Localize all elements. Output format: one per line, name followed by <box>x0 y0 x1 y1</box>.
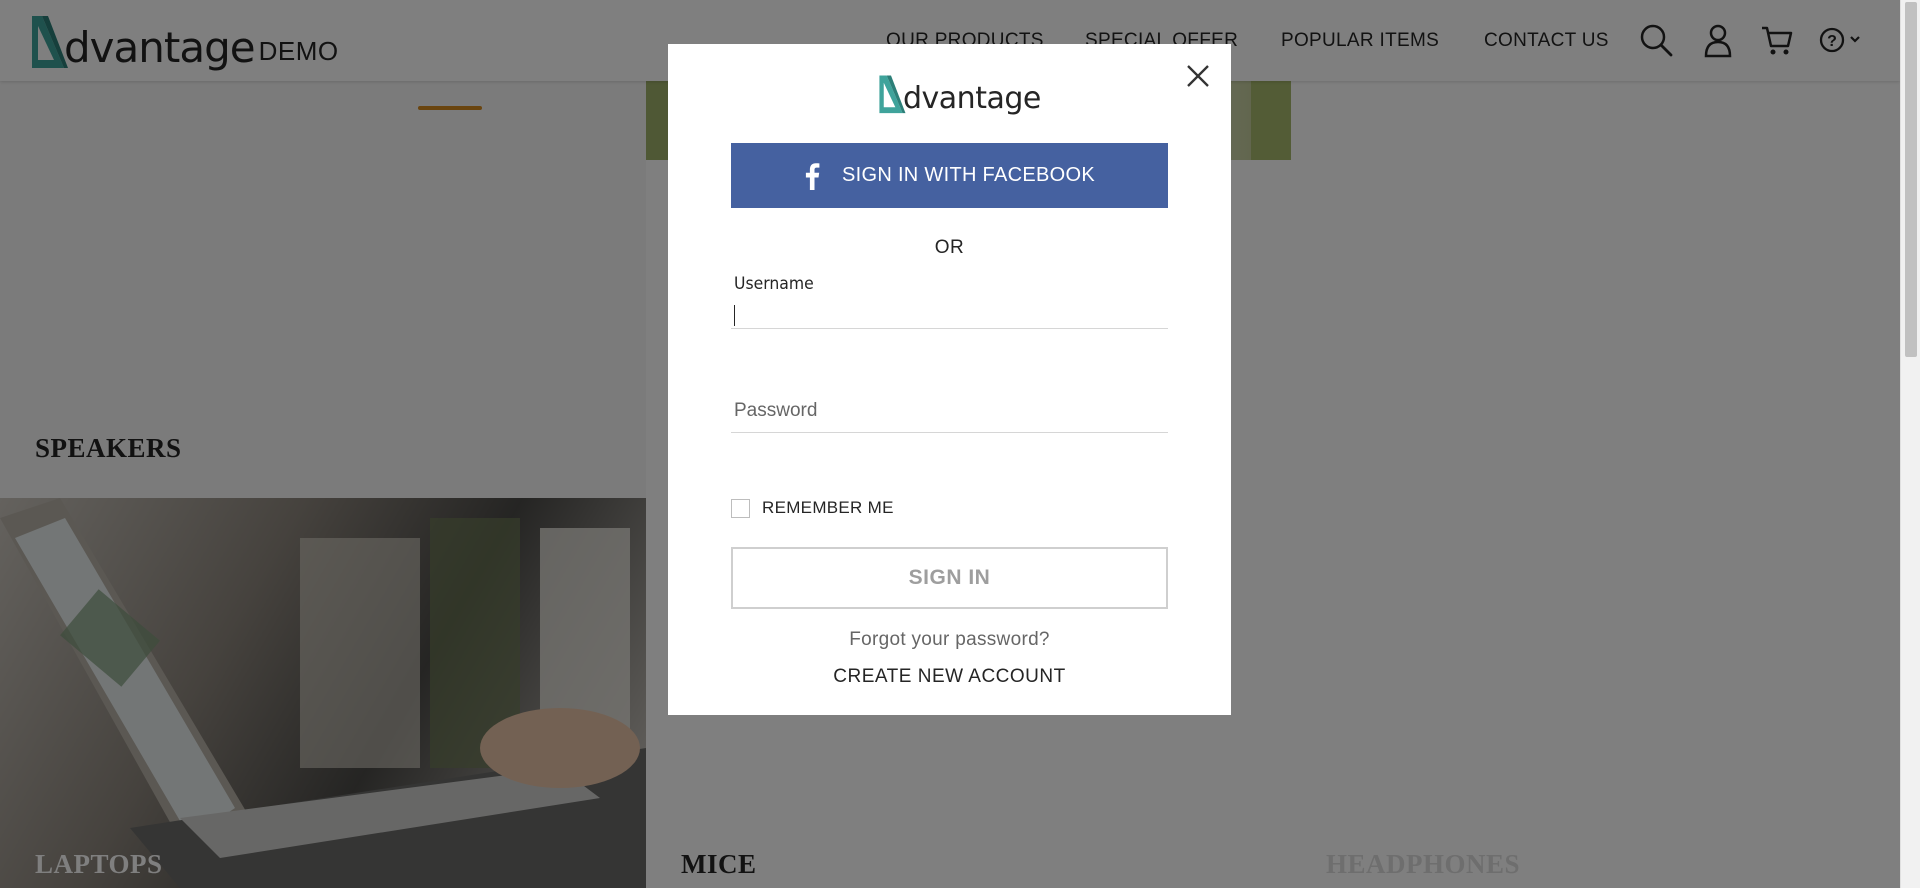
advantage-logo-icon <box>879 75 906 114</box>
login-modal: dvantage SIGN IN WITH FACEBOOK OR Userna… <box>668 44 1231 715</box>
remember-me-option[interactable]: REMEMBER ME <box>731 498 894 518</box>
facebook-signin-button[interactable]: SIGN IN WITH FACEBOOK <box>731 143 1168 208</box>
password-field[interactable] <box>731 381 1168 433</box>
username-label: Username <box>734 274 814 294</box>
modal-logo-word: dvantage <box>903 81 1041 116</box>
username-input[interactable] <box>731 301 1168 327</box>
create-account-link[interactable]: CREATE NEW ACCOUNT <box>668 666 1231 688</box>
scrollbar-thumb[interactable] <box>1905 2 1917 357</box>
modal-logo: dvantage <box>876 74 1041 116</box>
username-field[interactable]: Username <box>731 269 1168 329</box>
facebook-button-label: SIGN IN WITH FACEBOOK <box>842 164 1095 186</box>
password-input[interactable] <box>731 397 1168 425</box>
remember-me-label: REMEMBER ME <box>762 498 894 517</box>
forgot-password-link[interactable]: Forgot your password? <box>668 629 1231 651</box>
page-scrollbar[interactable] <box>1900 0 1920 888</box>
facebook-icon <box>805 162 820 190</box>
text-cursor <box>734 305 735 326</box>
sign-in-button[interactable]: SIGN IN <box>731 547 1168 609</box>
remember-me-checkbox[interactable] <box>731 498 750 518</box>
or-divider: OR <box>934 237 965 258</box>
close-icon[interactable] <box>1183 61 1213 91</box>
